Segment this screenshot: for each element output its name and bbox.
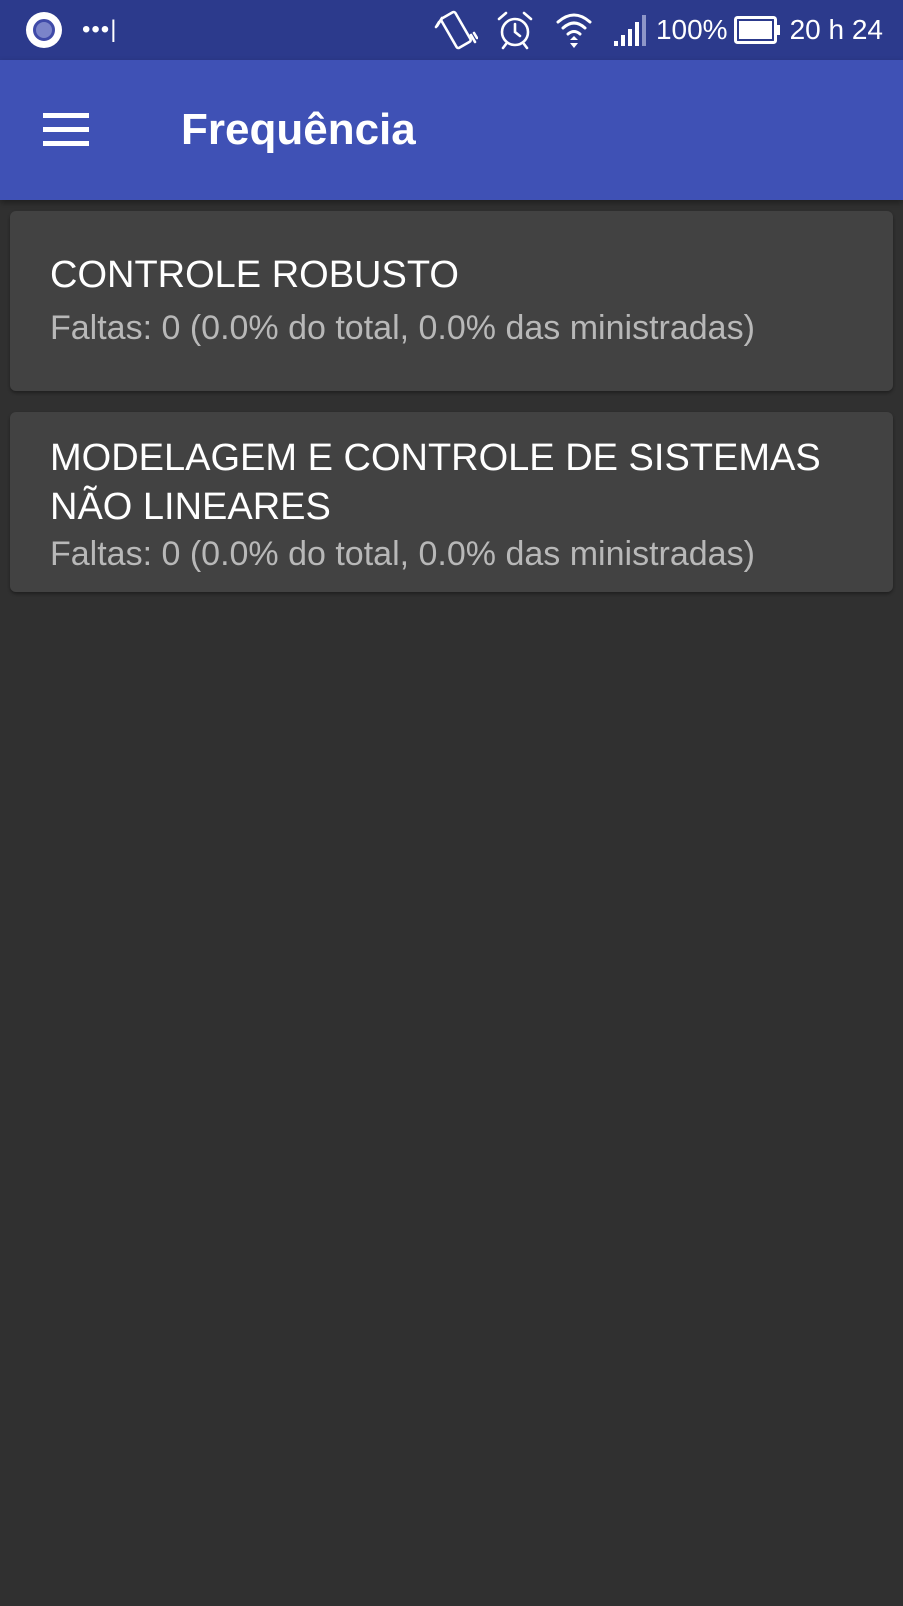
menu-icon	[43, 113, 89, 146]
course-name: MODELAGEM E CONTROLE DE SISTEMAS NÃO LIN…	[50, 437, 821, 528]
course-card[interactable]: CONTROLE ROBUSTO Faltas: 0 (0.0% do tota…	[10, 211, 893, 391]
course-list: CONTROLE ROBUSTO Faltas: 0 (0.0% do tota…	[10, 211, 893, 592]
signal-icon	[612, 13, 648, 47]
course-absences: Faltas: 0 (0.0% do total, 0.0% das minis…	[50, 309, 755, 347]
battery-percent: 100%	[655, 14, 728, 45]
clock: 20 h 24	[789, 14, 883, 45]
wifi-icon	[554, 10, 594, 50]
course-absences: Faltas: 0 (0.0% do total, 0.0% das minis…	[50, 535, 755, 573]
menu-button[interactable]	[36, 100, 96, 160]
status-right: 100% 20 h 24	[434, 8, 883, 52]
vibrate-icon	[434, 10, 478, 50]
app-bar: Frequência	[0, 60, 903, 200]
app-notification-icon	[26, 12, 62, 48]
status-left: •••|	[26, 12, 117, 48]
battery-icon	[733, 16, 782, 44]
alarm-icon	[496, 10, 534, 50]
status-bar: •••| 100% 20 h 24	[0, 0, 903, 60]
course-card[interactable]: MODELAGEM E CONTROLE DE SISTEMAS NÃO LIN…	[10, 412, 893, 592]
course-name: CONTROLE ROBUSTO	[50, 254, 459, 296]
page-title: Frequência	[181, 105, 416, 154]
notification-dots: •••|	[82, 16, 118, 43]
